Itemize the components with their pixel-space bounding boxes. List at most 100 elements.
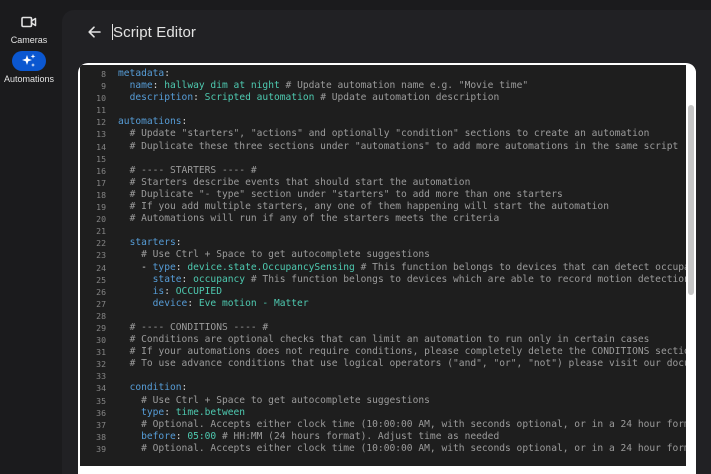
nav-item-automations[interactable]: Automations <box>0 51 58 84</box>
code-line: 11 <box>80 104 686 116</box>
line-text: # To use advance conditions that use log… <box>129 358 686 370</box>
code-line: 34 condition: <box>80 382 686 394</box>
code-editor[interactable]: 8 metadata: 9 name: hallway dim at night #… <box>80 65 686 466</box>
line-text: is: OCCUPIED <box>152 285 222 297</box>
line-number: 34 <box>96 383 106 394</box>
line-number: 35 <box>96 395 106 406</box>
line-text <box>112 225 118 237</box>
line-number: 10 <box>96 93 106 104</box>
code-line: 19 # If you add multiple starters, any o… <box>80 201 686 213</box>
line-text: # Duplicate these three sections under "… <box>129 140 679 152</box>
code-line: 10 description: Scripted automation # Up… <box>80 92 686 104</box>
back-button[interactable] <box>82 20 106 44</box>
code-line: 31 # If your automations does not requir… <box>80 346 686 358</box>
code-lines: 8 metadata: 9 name: hallway dim at night #… <box>80 68 686 455</box>
code-line: 37 # Optional. Accepts either clock time… <box>80 419 686 431</box>
nav-item-cameras[interactable]: Cameras <box>0 12 58 45</box>
code-line: 18 # Duplicate "- type" section under "s… <box>80 189 686 201</box>
line-number: 33 <box>96 371 106 382</box>
line-number: 20 <box>96 214 106 225</box>
code-line: 24 - type: device.state.OccupancySensing… <box>80 262 686 274</box>
code-line: 35 # Use Ctrl + Space to get autocomplet… <box>80 395 686 407</box>
line-number: 27 <box>96 298 106 309</box>
line-text: automations: <box>118 116 188 128</box>
line-number: 8 <box>101 69 106 79</box>
line-number: 39 <box>96 443 106 454</box>
line-number: 26 <box>96 286 106 297</box>
code-line: 14 # Duplicate these three sections unde… <box>80 141 686 153</box>
app-root: Cameras Automations Script Editor 8 meta… <box>0 0 711 474</box>
code-line: 13 # Update "starters", "actions" and op… <box>80 128 686 140</box>
code-line: 22 starters: <box>80 237 686 249</box>
line-text: device: Eve motion - Matter <box>152 297 309 309</box>
code-line: 21 <box>80 225 686 237</box>
arrow-back-icon <box>88 26 101 38</box>
code-line: 25 state: occupancy # This function belo… <box>80 274 686 286</box>
page-title-text: Script Editor <box>113 23 196 41</box>
line-text: # ---- CONDITIONS ---- # <box>129 321 269 333</box>
line-text: # ---- STARTERS ---- # <box>129 164 257 176</box>
line-text: # Update "starters", "actions" and optio… <box>129 128 650 140</box>
line-text: name: hallway dim at night # Update auto… <box>129 80 529 92</box>
code-line: 29 # ---- CONDITIONS ---- # <box>80 322 686 334</box>
line-number: 16 <box>96 165 106 176</box>
line-number: 19 <box>96 202 106 213</box>
line-text: # Conditions are optional checks that ca… <box>129 334 650 346</box>
code-line: 16 # ---- STARTERS ---- # <box>80 165 686 177</box>
line-number: 22 <box>96 238 106 249</box>
nav-label-automations: Automations <box>3 74 55 84</box>
line-number: 23 <box>96 250 106 261</box>
code-line: 28 <box>80 310 686 322</box>
line-text <box>112 310 118 322</box>
code-line: 20 # Automations will run if any of the … <box>80 213 686 225</box>
code-line: 36 type: time.between <box>80 407 686 419</box>
line-text: # Duplicate "- type" section under "star… <box>129 188 563 200</box>
page-title: Script Editor <box>112 23 196 41</box>
line-number: 28 <box>96 310 106 321</box>
line-text: state: occupancy # This function belongs… <box>152 273 686 285</box>
scrollbar-thumb[interactable] <box>688 105 694 295</box>
line-number: 30 <box>96 335 106 346</box>
line-number: 36 <box>96 407 106 418</box>
line-number: 31 <box>96 347 106 358</box>
line-number: 12 <box>96 117 106 128</box>
line-text: before: 05:00 # HH:MM (24 hours format).… <box>141 430 500 442</box>
script-editor-card: 8 metadata: 9 name: hallway dim at night #… <box>78 63 696 474</box>
line-text: condition: <box>129 382 188 394</box>
line-text: # Optional. Accepts either clock time (1… <box>141 442 686 454</box>
line-text: - type: device.state.OccupancySensing # … <box>118 261 686 273</box>
line-number: 18 <box>96 189 106 200</box>
line-number: 17 <box>96 177 106 188</box>
line-text: # Automations will run if any of the sta… <box>129 213 500 225</box>
line-text: metadata: <box>118 68 170 79</box>
sparkle-icon <box>12 51 46 71</box>
line-text: # If you add multiple starters, any one … <box>129 201 609 213</box>
line-text: type: time.between <box>141 406 246 418</box>
line-text <box>112 104 118 116</box>
code-line: 38 before: 05:00 # HH:MM (24 hours forma… <box>80 431 686 443</box>
line-text: # Optional. Accepts either clock time (1… <box>141 418 686 430</box>
line-number: 13 <box>96 129 106 140</box>
page-header: Script Editor <box>62 10 711 54</box>
line-number: 29 <box>96 322 106 333</box>
line-number: 32 <box>96 359 106 370</box>
code-line: 8 metadata: <box>80 68 686 80</box>
code-line: 15 <box>80 153 686 165</box>
line-text <box>112 370 118 382</box>
code-line: 33 <box>80 370 686 382</box>
line-text: starters: <box>129 237 182 249</box>
code-line: 23 # Use Ctrl + Space to get autocomplet… <box>80 249 686 261</box>
line-number: 25 <box>96 274 106 285</box>
videocam-icon <box>12 12 46 32</box>
code-line: 32 # To use advance conditions that use … <box>80 358 686 370</box>
line-text: # If your automations does not require c… <box>129 346 686 358</box>
code-line: 39 # Optional. Accepts either clock time… <box>80 443 686 455</box>
line-number: 37 <box>96 419 106 430</box>
horizontal-scrollbar[interactable] <box>80 466 686 474</box>
vertical-scrollbar[interactable] <box>686 65 696 466</box>
line-number: 24 <box>96 262 106 273</box>
line-text: # Starters describe events that should s… <box>129 176 471 188</box>
code-line: 12 automations: <box>80 116 686 128</box>
line-text: # Use Ctrl + Space to get autocomplete s… <box>141 249 430 261</box>
line-number: 9 <box>101 81 106 92</box>
